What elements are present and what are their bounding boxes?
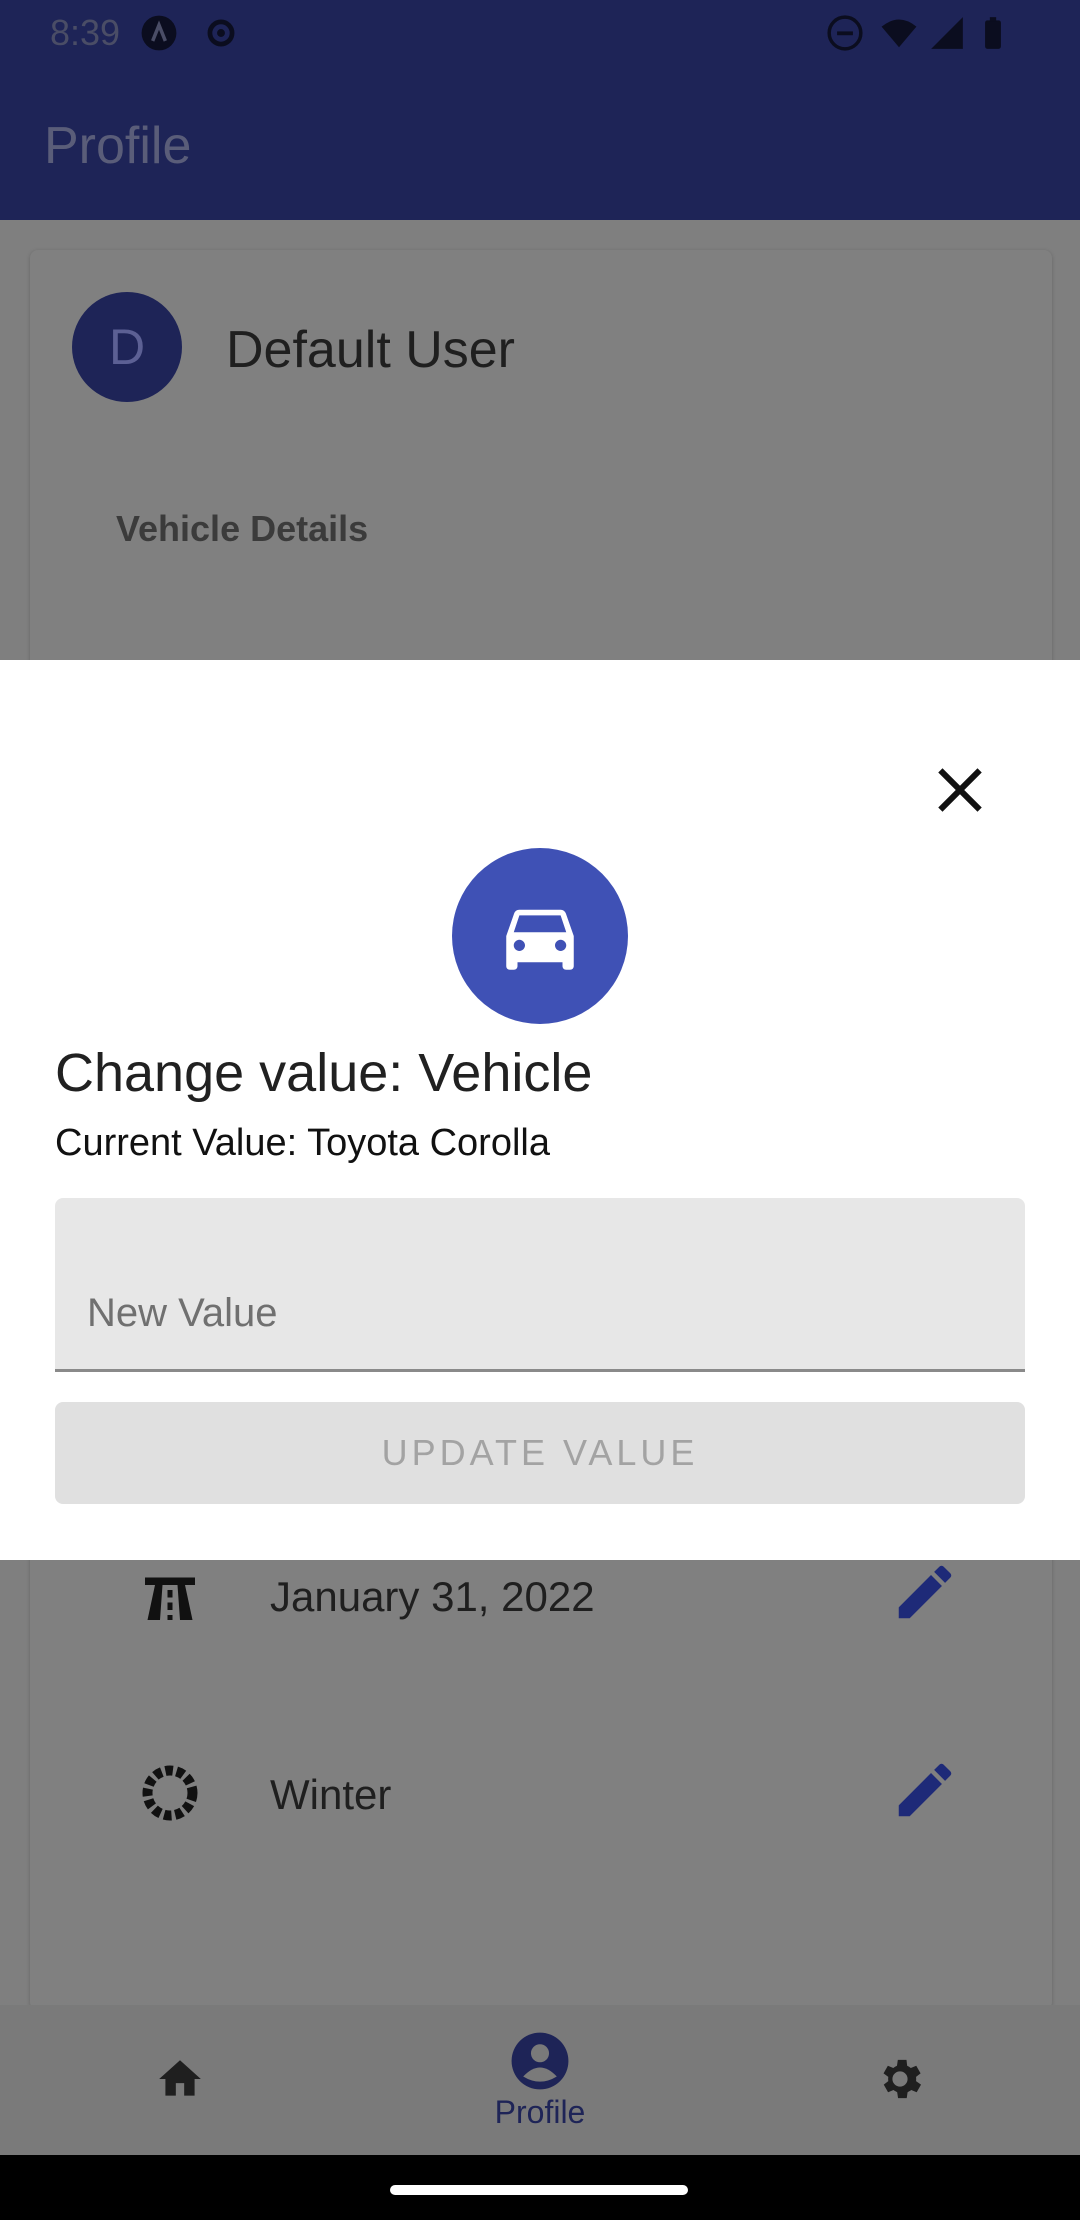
settings-notification-icon [207, 19, 235, 47]
nav-profile[interactable]: Profile [360, 2005, 720, 2155]
home-gesture-pill[interactable] [390, 2185, 688, 2195]
highway-icon [145, 1577, 195, 1620]
new-value-field[interactable] [55, 1198, 1025, 1372]
signal-icon [931, 17, 963, 49]
battery-icon [985, 17, 1001, 49]
change-value-dialog: Change value: Vehicle Current Value: Toy… [0, 660, 1080, 1560]
bottom-nav: Profile [0, 2005, 1080, 2155]
detail-row-tires: Winter [30, 1733, 1052, 1853]
tire-icon [142, 1765, 198, 1821]
nav-profile-label: Profile [494, 2093, 586, 2130]
edit-date-button[interactable] [890, 1557, 960, 1627]
wifi-icon [881, 19, 917, 48]
page-title: Profile [44, 117, 192, 175]
status-bar: 8:39 [0, 0, 1080, 64]
date-value: January 31, 2022 [270, 1573, 595, 1620]
avatar: D [72, 292, 182, 402]
app-bar: Profile [0, 64, 1080, 220]
vehicle-icon-badge [452, 848, 628, 1024]
gesture-bar [0, 2155, 1080, 2220]
update-value-button[interactable]: UPDATE VALUE [55, 1402, 1025, 1504]
account-icon [511, 2032, 569, 2089]
current-value-text: Current Value: Toyota Corolla [55, 1122, 550, 1164]
app-notification-icon [141, 15, 177, 51]
edit-tires-button[interactable] [890, 1755, 960, 1825]
vehicle-details-heading: Vehicle Details [116, 508, 369, 549]
home-icon [159, 2060, 201, 2096]
tire-value: Winter [270, 1771, 392, 1818]
new-value-input[interactable] [55, 1198, 1025, 1369]
close-icon[interactable] [930, 760, 990, 820]
status-time: 8:39 [50, 12, 121, 53]
user-name: Default User [226, 321, 515, 379]
nav-settings[interactable] [720, 2005, 1080, 2155]
gear-icon [883, 2059, 922, 2099]
car-icon [506, 909, 574, 970]
dnd-icon [827, 15, 863, 51]
nav-home[interactable] [0, 2005, 360, 2155]
dialog-title: Change value: Vehicle [55, 1043, 593, 1103]
